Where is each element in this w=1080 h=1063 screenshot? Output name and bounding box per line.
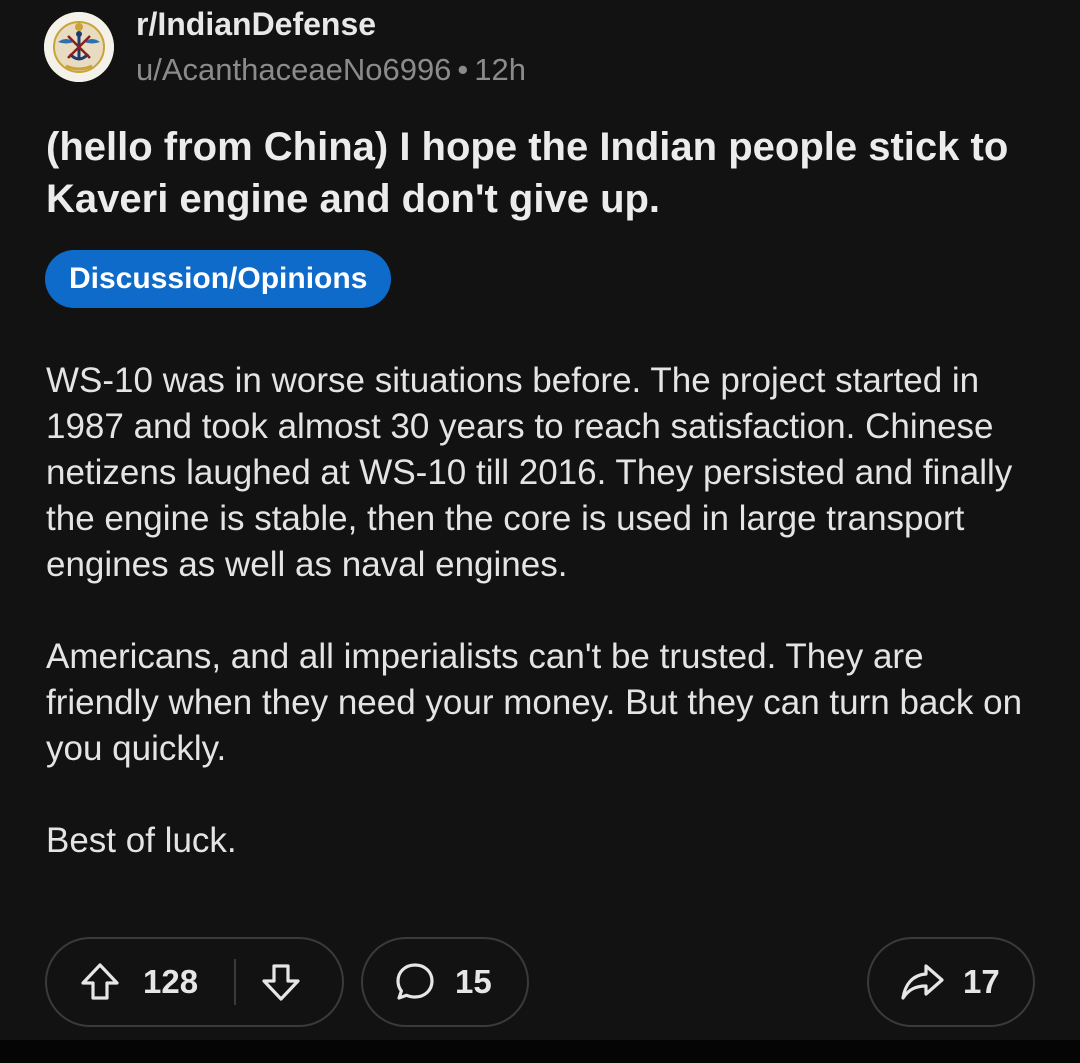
comments-button[interactable]: 15 [361, 937, 529, 1027]
body-paragraph: Americans, and all imperialists can't be… [46, 637, 1023, 768]
body-paragraph: WS-10 was in worse situations before. Th… [46, 361, 1013, 584]
post-meta: u/AcanthaceaeNo6996 • 12h [136, 50, 526, 90]
post-title[interactable]: (hello from China) I hope the Indian peo… [46, 121, 1046, 225]
share-button[interactable]: 17 [867, 937, 1035, 1027]
vote-bar: 128 [45, 937, 344, 1027]
comment-count: 15 [455, 963, 492, 1000]
upvote-count: 128 [143, 963, 199, 1000]
share-arrow-icon [899, 961, 945, 1003]
post-body: WS-10 was in worse situations before. Th… [46, 358, 1046, 910]
bottom-strip [0, 1040, 1080, 1063]
subreddit-avatar[interactable] [44, 12, 114, 82]
meta-separator: • [457, 52, 469, 87]
post-flair[interactable]: Discussion/Opinions [45, 250, 392, 308]
author-name[interactable]: u/AcanthaceaeNo6996 [136, 52, 451, 87]
post-time: 12h [474, 52, 527, 87]
downvote-arrow-icon[interactable] [260, 961, 302, 1003]
share-count: 17 [963, 963, 1000, 1000]
post-card: r/IndianDefense u/AcanthaceaeNo6996 • 12h … [0, 0, 1080, 1040]
upvote-arrow-icon[interactable] [79, 961, 121, 1003]
tri-services-emblem-icon [44, 12, 114, 82]
body-paragraph: Best of luck. [46, 821, 237, 860]
vote-divider [234, 959, 237, 1005]
subreddit-name[interactable]: r/IndianDefense [136, 4, 376, 44]
comment-bubble-icon [393, 960, 437, 1004]
